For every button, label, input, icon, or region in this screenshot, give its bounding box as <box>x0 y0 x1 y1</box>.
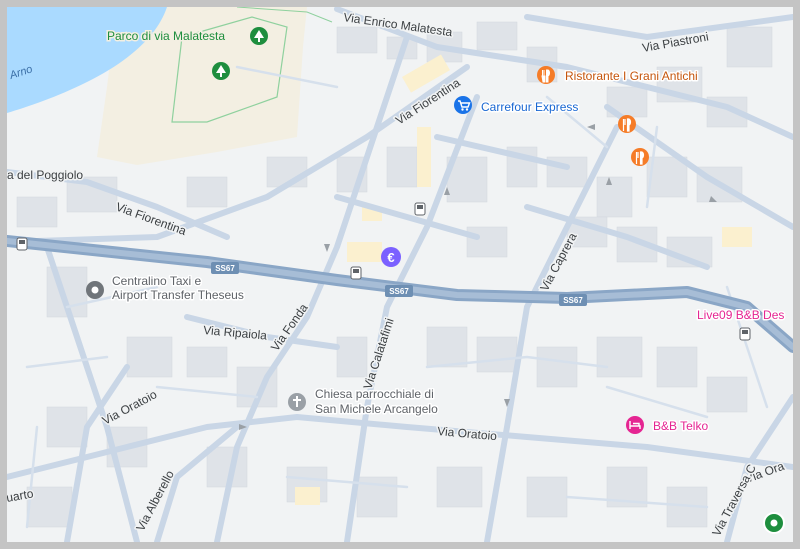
tree-icon[interactable] <box>212 62 230 80</box>
poi-bb-telko[interactable]: B&B Telko <box>626 416 710 435</box>
poi-label: Live09 B&B Des <box>697 308 784 322</box>
street-label: a del Poggiolo <box>7 168 83 182</box>
svg-text:SS67: SS67 <box>563 296 583 305</box>
restaurant-icon[interactable] <box>618 115 636 133</box>
euro-icon[interactable]: € <box>381 247 401 267</box>
poi-label: Airport Transfer Theseus <box>112 288 244 302</box>
svg-text:SS67: SS67 <box>215 264 235 273</box>
poi-label: Chiesa parrocchiale di <box>315 387 434 401</box>
tree-icon[interactable] <box>250 27 268 45</box>
poi-label: B&B Telko <box>653 419 708 433</box>
restaurant-icon[interactable] <box>631 148 649 166</box>
poi-label: Carrefour Express <box>481 100 578 114</box>
poi-label: Centralino Taxi e <box>112 274 201 288</box>
bus-stop-icon[interactable] <box>414 202 426 216</box>
bus-stop-icon[interactable] <box>16 237 28 251</box>
road-shield: SS67 <box>385 285 413 297</box>
bus-stop-icon[interactable] <box>350 266 362 280</box>
location-dot-icon[interactable] <box>763 512 785 534</box>
poi-label: San Michele Arcangelo <box>315 402 438 416</box>
poi-live09-bb[interactable]: Live09 B&B Des <box>696 307 786 324</box>
road-shield: SS67 <box>559 294 587 306</box>
bus-stop-icon[interactable] <box>739 327 751 341</box>
poi-label: Ristorante I Grani Antichi <box>565 69 698 83</box>
map-canvas[interactable]: Arno SS67 SS67 SS67 Parco di via Malates… <box>7 7 793 542</box>
park-label: Parco di via Malatesta <box>107 29 225 43</box>
svg-text:€: € <box>387 250 394 265</box>
svg-text:SS67: SS67 <box>389 287 409 296</box>
road-shield: SS67 <box>211 262 239 274</box>
